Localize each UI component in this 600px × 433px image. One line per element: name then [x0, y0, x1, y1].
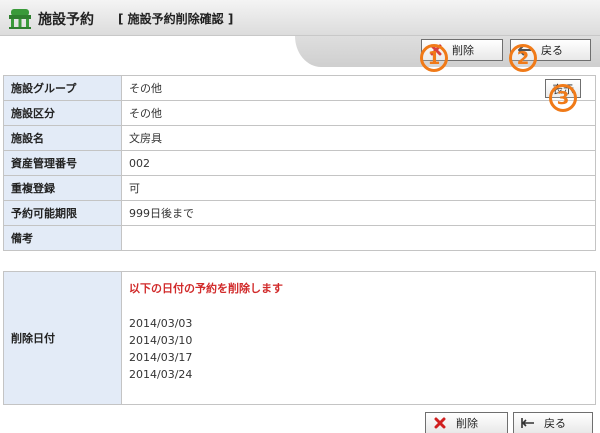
delete-button-label: 削除 — [452, 44, 474, 57]
list-item: 2014/03/24 — [129, 368, 193, 381]
field-label: 予約可能期限 — [3, 200, 122, 226]
field-label: 資産管理番号 — [3, 150, 122, 176]
table-row: 施設グループ その他 — [3, 75, 596, 101]
field-label: 備考 — [3, 225, 122, 251]
list-item: 2014/03/17 — [129, 351, 193, 364]
page-header: 施設予約 [ 施設予約削除確認 ] — [0, 0, 600, 36]
field-value: その他 — [121, 100, 596, 126]
delete-date-label: 削除日付 — [3, 271, 122, 405]
table-row: 削除日付 以下の日付の予約を削除します 2014/03/03 2014/03/1… — [3, 271, 596, 405]
delete-button-bottom[interactable]: 削除 — [425, 412, 508, 433]
field-value — [121, 225, 596, 251]
delete-dates-table: 削除日付 以下の日付の予約を削除します 2014/03/03 2014/03/1… — [3, 271, 596, 405]
facility-info-table: 施設グループ その他 施設区分 その他 施設名 文房具 資産管理番号 002 重… — [3, 75, 596, 251]
back-button-label: 戻る — [544, 417, 566, 430]
back-button-label: 戻る — [541, 44, 563, 57]
annotation-marker-3: 3 — [549, 84, 577, 112]
table-row: 重複登録 可 — [3, 175, 596, 201]
annotation-marker-2: 2 — [509, 44, 537, 72]
field-label: 施設名 — [3, 125, 122, 151]
field-value: 999日後まで — [121, 200, 596, 226]
field-label: 重複登録 — [3, 175, 122, 201]
table-row: 施設名 文房具 — [3, 125, 596, 151]
list-item: 2014/03/10 — [129, 334, 193, 347]
back-tab-icon — [520, 415, 536, 431]
delete-warning-message: 以下の日付の予約を削除します — [129, 282, 283, 295]
annotation-marker-1: 1 — [420, 44, 448, 72]
field-label: 施設区分 — [3, 100, 122, 126]
page-subtitle: [ 施設予約削除確認 ] — [118, 12, 234, 26]
field-value: 002 — [121, 150, 596, 176]
delete-date-cell: 以下の日付の予約を削除します 2014/03/03 2014/03/10 201… — [121, 271, 596, 405]
page-title: 施設予約 — [38, 12, 94, 28]
field-value: 文房具 — [121, 125, 596, 151]
field-value: 可 — [121, 175, 596, 201]
list-item: 2014/03/03 — [129, 317, 193, 330]
facility-icon — [8, 8, 32, 30]
table-row: 施設区分 その他 — [3, 100, 596, 126]
delete-button-label: 削除 — [456, 417, 478, 430]
table-row: 資産管理番号 002 — [3, 150, 596, 176]
table-row: 予約可能期限 999日後まで — [3, 200, 596, 226]
back-button-bottom[interactable]: 戻る — [513, 412, 593, 433]
field-label: 施設グループ — [3, 75, 122, 101]
delete-x-icon — [432, 415, 448, 431]
table-row: 備考 — [3, 225, 596, 251]
date-list: 2014/03/03 2014/03/10 2014/03/17 2014/03… — [129, 315, 588, 383]
field-value: その他 — [121, 75, 596, 101]
